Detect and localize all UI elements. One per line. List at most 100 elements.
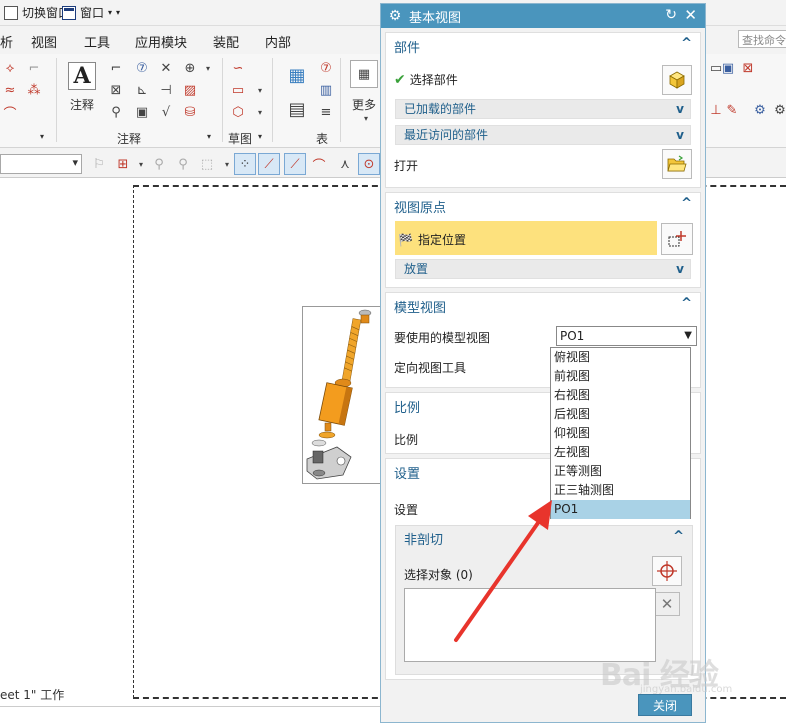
sheet-border-left xyxy=(133,185,134,698)
rectangle-icon[interactable]: ▭ xyxy=(230,82,246,98)
type-filter-select[interactable] xyxy=(0,154,82,174)
part-section-header[interactable]: 部件 ^ xyxy=(386,33,700,59)
menu-item-assembly[interactable]: 装配 xyxy=(213,32,239,51)
chevron-down-icon[interactable]: ▾ xyxy=(252,104,268,120)
weld-symbol-icon[interactable]: ⊣ xyxy=(158,82,174,98)
non-section-title: 非剖切 xyxy=(404,532,444,548)
edit-pen-icon[interactable]: ✎ xyxy=(724,102,740,118)
curve-tool-icon[interactable]: ⟡ xyxy=(2,60,18,76)
collapse-caret-icon[interactable]: ^ xyxy=(681,296,692,311)
pattern-tool-icon[interactable]: ⁂ xyxy=(26,82,42,98)
collapse-caret-icon[interactable]: ^ xyxy=(681,196,692,211)
open-part-button[interactable] xyxy=(662,149,692,179)
window-menu-item[interactable]: 窗口 ▾ ▾ xyxy=(62,4,120,21)
tabular-note-icon[interactable]: ▤ xyxy=(286,98,308,120)
remove-view-icon[interactable]: ⊠ xyxy=(740,60,756,76)
model-view-select[interactable]: PO1 ▼ xyxy=(556,326,697,346)
feature-control-icon[interactable]: ⊠ xyxy=(108,82,124,98)
dropdown-option-back[interactable]: 后视图 xyxy=(551,405,690,424)
image-icon[interactable]: ▣ xyxy=(134,104,150,120)
collapse-caret-icon[interactable]: ^ xyxy=(673,529,684,544)
box-select-icon[interactable]: ⬚ xyxy=(196,153,218,175)
intersection-icon[interactable]: ⋏ xyxy=(334,153,356,175)
non-section-header[interactable]: 非剖切 ^ xyxy=(396,526,692,550)
symbol-icon[interactable]: √ xyxy=(158,104,174,120)
select-part-row[interactable]: ✔ 选择部件 xyxy=(394,71,458,88)
surface-finish-icon[interactable]: ⊾ xyxy=(134,82,150,98)
command-search-input[interactable]: 查找命令 xyxy=(738,30,786,48)
datum-feature-icon[interactable]: ⌐ xyxy=(108,60,124,76)
chevron-down-icon[interactable]: ▾ xyxy=(200,60,216,76)
placement-expander[interactable]: 放置 v xyxy=(395,259,691,279)
gear-icon[interactable]: ⚙ xyxy=(387,8,403,24)
preferences-icon[interactable]: ⚙ xyxy=(752,102,768,118)
annotation-big-label: 注释 xyxy=(70,98,95,112)
window-frame-icon xyxy=(62,5,76,20)
settings-gear-icon[interactable]: ⚙ xyxy=(772,102,786,118)
dropdown-option-right[interactable]: 右视图 xyxy=(551,386,690,405)
switch-window-item[interactable]: 切换窗口 xyxy=(4,4,70,21)
bom-icon[interactable]: ≡ xyxy=(318,104,334,120)
menu-item-tools[interactable]: 工具 xyxy=(84,32,110,51)
arc-tool-icon[interactable]: ⌒ xyxy=(2,104,18,122)
close-button[interactable]: 关闭 xyxy=(638,694,692,716)
zoom-icon[interactable]: ⚲ xyxy=(108,104,124,120)
update-view-icon[interactable]: ⊥ xyxy=(708,102,724,118)
hatch-icon[interactable]: ▨ xyxy=(182,82,198,98)
view-origin-header[interactable]: 视图原点 ^ xyxy=(386,193,700,219)
part-list-icon[interactable]: ⑦ xyxy=(318,60,334,76)
center-mark-icon[interactable]: ⊕ xyxy=(182,60,198,76)
control-point-icon[interactable]: ⌒ xyxy=(308,153,330,175)
balloon-icon[interactable]: ⑦ xyxy=(134,60,150,76)
menu-item-view[interactable]: 视图 xyxy=(31,32,57,51)
table-grid-icon[interactable]: ▦ xyxy=(286,64,308,86)
sketch-group-caret-icon[interactable]: ▾ xyxy=(258,132,262,141)
ribbon-separator xyxy=(340,58,341,142)
model-view-preview[interactable] xyxy=(302,306,386,484)
menu-item-application[interactable]: 应用模块 xyxy=(135,32,187,51)
menu-item-internal[interactable]: 内部 xyxy=(265,32,291,51)
midpoint-icon[interactable]: ⟋ xyxy=(284,153,306,175)
annotation-icon[interactable]: A xyxy=(68,62,96,90)
dropdown-option-isometric[interactable]: 正等测图 xyxy=(551,462,690,481)
dropdown-option-front[interactable]: 前视图 xyxy=(551,367,690,386)
recent-parts-expander[interactable]: 最近访问的部件 v xyxy=(395,125,691,145)
dropdown-option-bottom[interactable]: 仰视图 xyxy=(551,424,690,443)
chevron-down-icon[interactable]: ▾ xyxy=(252,82,268,98)
select-all-icon[interactable]: ⚲ xyxy=(172,153,194,175)
chevron-down-icon[interactable]: ▾ xyxy=(358,110,374,126)
spline-tool-icon[interactable]: ≈ xyxy=(2,82,18,98)
select-part-button[interactable] xyxy=(662,65,692,95)
layout-icon[interactable]: ▣ xyxy=(720,60,736,76)
ribbon-separator xyxy=(222,58,223,142)
fillet-tool-icon[interactable]: ⌐ xyxy=(26,60,42,76)
arc-center-icon[interactable]: ⊙ xyxy=(358,153,380,175)
polygon-icon[interactable]: ⬡ xyxy=(230,104,246,120)
model-view-dropdown-list[interactable]: 俯视图 前视图 右视图 后视图 仰视图 左视图 正等测图 正三轴测图 PO1 xyxy=(550,347,691,519)
dropdown-option-trimetric[interactable]: 正三轴测图 xyxy=(551,481,690,500)
specify-location-button[interactable] xyxy=(661,223,693,255)
sketch-curve-icon[interactable]: ∽ xyxy=(230,60,246,76)
select-icon[interactable]: ⚲ xyxy=(148,153,170,175)
remove-selection-button[interactable]: ✕ xyxy=(654,592,680,616)
select-objects-button[interactable] xyxy=(652,556,682,586)
reset-icon[interactable]: ↻ xyxy=(665,7,677,23)
endpoint-icon[interactable]: ⟋ xyxy=(258,153,280,175)
cross-icon[interactable]: ✕ xyxy=(158,60,174,76)
more-icon[interactable]: ▦ xyxy=(350,60,378,88)
close-icon[interactable]: ✕ xyxy=(684,6,697,24)
model-view-header[interactable]: 模型视图 ^ xyxy=(386,293,700,319)
snap-icon[interactable]: ⚐ xyxy=(88,153,110,175)
collapse-caret-icon[interactable]: ^ xyxy=(681,36,692,51)
table-icon[interactable]: ▥ xyxy=(318,82,334,98)
paint-icon[interactable]: ⛁ xyxy=(182,104,198,120)
snap-points-icon[interactable]: ⁘ xyxy=(234,153,256,175)
dropdown-option-left[interactable]: 左视图 xyxy=(551,443,690,462)
annotation-group-caret-icon[interactable]: ▾ xyxy=(207,132,211,141)
dropdown-option-po1[interactable]: PO1 xyxy=(551,500,690,519)
dropdown-option-top[interactable]: 俯视图 xyxy=(551,348,690,367)
menu-item-analysis[interactable]: 析 xyxy=(0,32,13,51)
group-expand-icon[interactable]: ▾ xyxy=(40,132,44,141)
dialog-title-bar[interactable]: ⚙ 基本视图 ↻ ✕ xyxy=(381,4,705,28)
loaded-parts-expander[interactable]: 已加载的部件 v xyxy=(395,99,691,119)
